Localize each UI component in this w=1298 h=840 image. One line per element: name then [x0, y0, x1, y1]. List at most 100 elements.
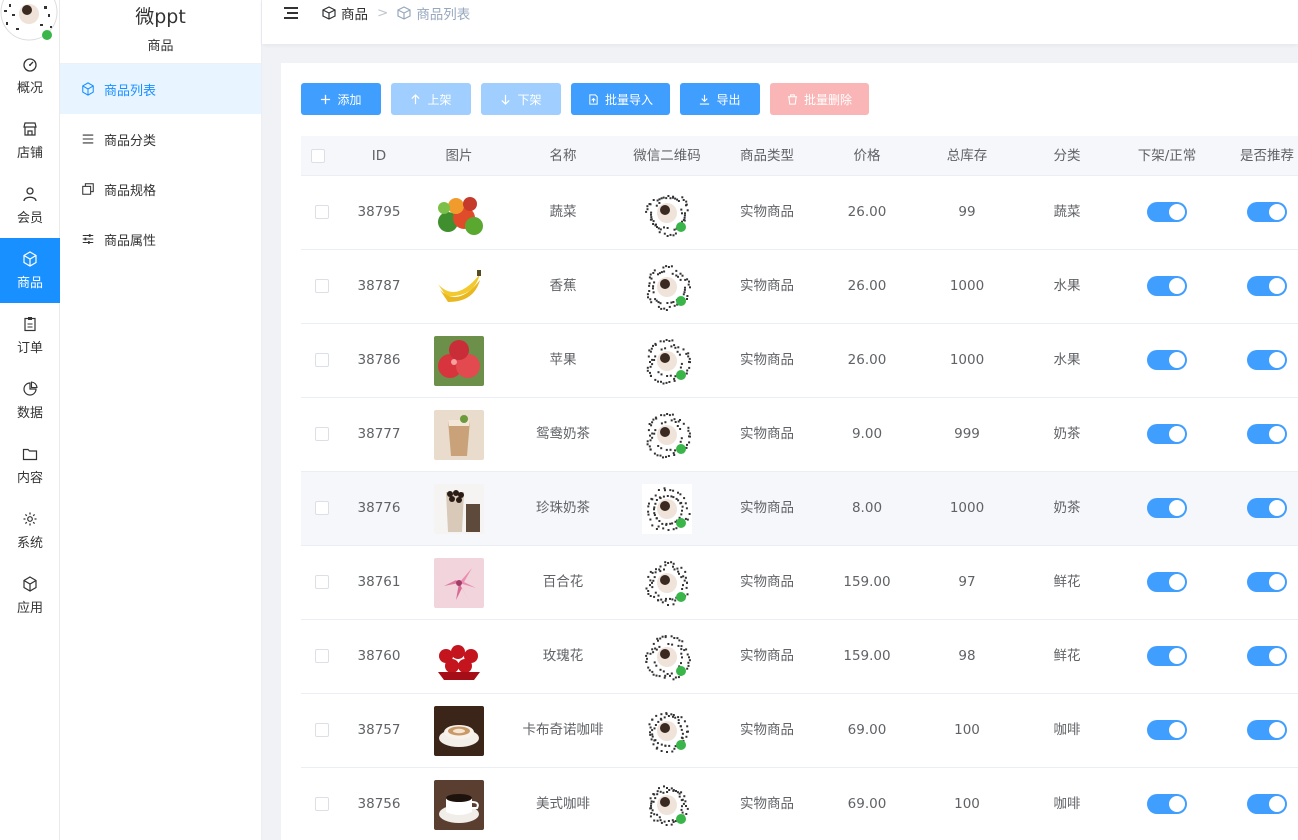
nav-item-label: 概况	[16, 80, 43, 96]
row-checkbox[interactable]	[315, 575, 329, 589]
cell-name: 鸳鸯奶茶	[536, 426, 590, 442]
row-checkbox[interactable]	[315, 205, 329, 219]
wechat-qrcode[interactable]	[642, 336, 692, 386]
recommend-switch[interactable]	[1247, 646, 1287, 666]
recommend-switch[interactable]	[1247, 794, 1287, 814]
row-checkbox[interactable]	[315, 427, 329, 441]
wechat-qrcode[interactable]	[642, 188, 692, 238]
hamburger-icon[interactable]	[283, 5, 299, 21]
recommend-switch[interactable]	[1247, 498, 1287, 518]
breadcrumb-level2-label: 商品列表	[416, 7, 471, 23]
header-name: 名称	[549, 148, 577, 164]
sub-menu-item-3[interactable]: 商品属性	[60, 214, 261, 264]
row-checkbox[interactable]	[315, 353, 329, 367]
nav-item-6[interactable]: 内容	[0, 433, 60, 498]
nav-item-label: 系统	[16, 535, 43, 551]
nav-item-2[interactable]: 会员	[0, 173, 60, 238]
export-button[interactable]: 导出	[680, 83, 760, 115]
recommend-switch[interactable]	[1247, 350, 1287, 370]
status-switch[interactable]	[1147, 276, 1187, 296]
status-switch[interactable]	[1147, 498, 1187, 518]
recommend-switch[interactable]	[1247, 572, 1287, 592]
row-checkbox[interactable]	[315, 649, 329, 663]
wechat-qrcode[interactable]	[642, 632, 692, 682]
arrow-down-icon	[501, 94, 511, 105]
nav-item-label: 会员	[16, 210, 43, 226]
status-switch[interactable]	[1147, 646, 1187, 666]
sub-menu: 微ppt 商品 商品列表 商品分类 商品规格 商品属性	[60, 0, 262, 840]
row-checkbox[interactable]	[315, 279, 329, 293]
nav-item-8[interactable]: 应用	[0, 563, 60, 628]
cell-name: 百合花	[542, 574, 584, 590]
gear-icon	[23, 512, 37, 525]
wechat-qrcode[interactable]	[642, 706, 692, 756]
cell-type: 实物商品	[740, 278, 794, 294]
batch-delete-button[interactable]: 批量删除	[770, 83, 869, 115]
shop-icon	[23, 121, 37, 136]
wechat-qrcode[interactable]	[642, 558, 692, 608]
cell-name: 卡布奇诺咖啡	[522, 722, 604, 738]
plus-icon	[321, 94, 331, 104]
cell-id: 38787	[357, 278, 401, 294]
cell-category: 蔬菜	[1053, 204, 1081, 220]
table-row: 38786 苹果 实物商品 26.00 1000 水果	[301, 324, 1298, 398]
header-type: 商品类型	[740, 148, 794, 164]
on-shelf-button[interactable]: 上架	[391, 83, 471, 115]
nav-item-4[interactable]: 订单	[0, 303, 60, 368]
nav-item-3[interactable]: 商品	[0, 238, 60, 303]
nav-item-5[interactable]: 数据	[0, 368, 60, 433]
export-button-label: 导出	[716, 92, 741, 107]
nav-item-label: 商品	[16, 275, 43, 291]
status-switch[interactable]	[1147, 424, 1187, 444]
recommend-switch[interactable]	[1247, 720, 1287, 740]
recommend-switch[interactable]	[1247, 202, 1287, 222]
header-recommend: 是否推荐	[1240, 148, 1294, 164]
row-checkbox[interactable]	[315, 723, 329, 737]
pie-chart-icon	[23, 380, 38, 396]
status-switch[interactable]	[1147, 720, 1187, 740]
recommend-switch[interactable]	[1247, 424, 1287, 444]
status-switch[interactable]	[1147, 572, 1187, 592]
nav-item-1[interactable]: 店铺	[0, 108, 60, 173]
nav-item-0[interactable]: 概况	[0, 43, 60, 108]
cell-type: 实物商品	[740, 722, 794, 738]
cell-stock: 999	[954, 426, 980, 442]
wechat-qrcode[interactable]	[642, 484, 692, 534]
row-checkbox[interactable]	[315, 797, 329, 811]
breadcrumb-level1[interactable]: 商品	[322, 3, 368, 23]
sub-menu-item-2[interactable]: 商品规格	[60, 164, 261, 214]
nav-item-label: 店铺	[16, 145, 43, 161]
header-status: 下架/正常	[1137, 148, 1197, 164]
box-icon	[23, 250, 37, 267]
row-checkbox[interactable]	[315, 501, 329, 515]
cell-stock: 1000	[949, 352, 985, 368]
product-image	[434, 632, 484, 682]
list-icon	[82, 134, 94, 144]
trash-icon	[787, 93, 798, 105]
sub-menu-item-1[interactable]: 商品分类	[60, 114, 261, 164]
nav-item-7[interactable]: 系统	[0, 498, 60, 563]
cell-stock: 100	[954, 796, 980, 812]
sliders-icon	[82, 234, 94, 244]
wechat-qrcode[interactable]	[642, 262, 692, 312]
cell-stock: 97	[958, 574, 976, 590]
recommend-switch[interactable]	[1247, 276, 1287, 296]
status-switch[interactable]	[1147, 794, 1187, 814]
wechat-qrcode[interactable]	[642, 410, 692, 460]
add-button[interactable]: 添加	[301, 83, 381, 115]
sub-menu-item-0[interactable]: 商品列表	[60, 64, 261, 114]
cell-category: 咖啡	[1053, 796, 1081, 812]
off-shelf-button[interactable]: 下架	[481, 83, 561, 115]
cell-name: 香蕉	[549, 278, 577, 294]
status-switch[interactable]	[1147, 350, 1187, 370]
product-image	[434, 262, 484, 312]
product-image	[434, 410, 484, 460]
cell-price: 159.00	[843, 574, 891, 590]
select-all-checkbox[interactable]	[311, 149, 325, 163]
cell-price: 9.00	[851, 426, 883, 442]
sub-menu-header: 微ppt 商品	[60, 0, 261, 64]
status-switch[interactable]	[1147, 202, 1187, 222]
cell-stock: 1000	[949, 278, 985, 294]
batch-import-button[interactable]: 批量导入	[571, 83, 670, 115]
wechat-qrcode[interactable]	[642, 780, 692, 830]
